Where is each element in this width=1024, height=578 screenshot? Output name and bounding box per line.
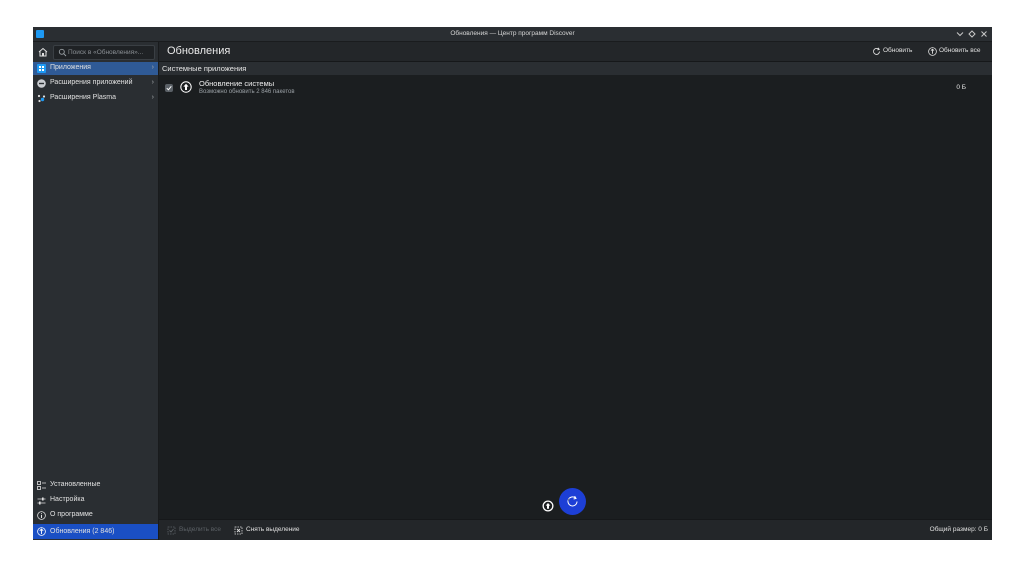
sidebar-item-app-addons[interactable]: Расширения приложений › [33,77,158,90]
update-all-label: Обновить все [939,47,981,54]
chevron-right-icon: › [151,94,154,101]
info-icon [37,511,46,520]
sidebar-item-settings[interactable]: Настройка [33,494,158,507]
update-description: Возможно обновить 2 846 пакетов [199,89,295,95]
settings-icon [37,497,46,505]
page-title: Обновления [167,45,231,57]
maximize-button[interactable] [967,29,977,39]
chevron-right-icon: › [151,79,154,86]
sidebar-item-label: Приложения [50,64,91,71]
sidebar-item-label: Настройка [50,496,85,503]
deselect-icon [234,526,243,535]
applications-icon [37,64,46,73]
section-title: Системные приложения [162,64,247,73]
sidebar-item-label: Расширения приложений [50,79,133,86]
refresh-icon [567,495,578,507]
main-content: Обновления Обновить Обновить все Системн… [159,42,992,540]
plasma-icon [37,94,46,103]
refresh-button[interactable]: Обновить [872,46,918,57]
sidebar: Приложения › Расширения приложений › Рас… [33,42,159,540]
footer-bar: Выделить все Снять выделение Общий разме… [159,519,992,540]
section-header: Системные приложения [159,62,992,75]
list-item[interactable]: Обновление системы Возможно обновить 2 8… [159,76,992,102]
system-update-icon [180,81,192,93]
installed-icon [37,481,46,490]
close-icon [981,31,987,37]
sidebar-item-about[interactable]: О программе [33,509,158,522]
sidebar-item-installed[interactable]: Установленные [33,479,158,492]
select-all-icon [167,526,176,535]
update-checkbox[interactable] [165,84,173,92]
sidebar-item-updates[interactable]: Обновления (2 846) [33,524,158,539]
discover-window: Обновления — Центр программ Discover При… [33,27,992,540]
update-progress-icon[interactable] [542,500,554,512]
search-icon [58,48,67,57]
select-all-label: Выделить все [179,526,222,533]
sidebar-item-label: Расширения Plasma [50,94,116,101]
window-title: Обновления — Центр программ Discover [450,30,575,37]
search-field[interactable] [53,45,155,60]
sidebar-item-label: Установленные [50,481,101,488]
titlebar: Обновления — Центр программ Discover [33,27,992,42]
update-all-icon [928,47,937,56]
select-all-button[interactable]: Выделить все [167,525,227,536]
home-button[interactable] [37,46,49,58]
home-icon [38,47,48,57]
sidebar-top [33,42,158,62]
diamond-icon [968,30,976,38]
close-button[interactable] [979,29,989,39]
refresh-label: Обновить [883,47,913,54]
update-all-button[interactable]: Обновить все [928,46,988,57]
update-name: Обновление системы [199,79,275,88]
sidebar-item-applications[interactable]: Приложения › [33,62,158,75]
sidebar-item-label: О программе [50,511,93,518]
updates-icon [37,527,46,536]
sidebar-item-plasma-addons[interactable]: Расширения Plasma › [33,92,158,105]
deselect-button[interactable]: Снять выделение [234,525,306,536]
refresh-icon [873,47,880,55]
check-icon [166,85,172,91]
sidebar-item-label: Обновления (2 846) [50,528,115,535]
chevron-down-icon [956,32,964,37]
chevron-right-icon: › [151,64,154,71]
deselect-label: Снять выделение [246,526,300,533]
update-size: 0 Б [956,84,966,91]
search-input[interactable] [68,46,152,59]
page-header: Обновления Обновить Обновить все [159,42,992,62]
minimize-button[interactable] [955,29,965,39]
total-size: Общий размер: 0 Б [929,526,988,533]
refresh-fab-button[interactable] [559,488,586,515]
addons-icon [37,79,46,88]
